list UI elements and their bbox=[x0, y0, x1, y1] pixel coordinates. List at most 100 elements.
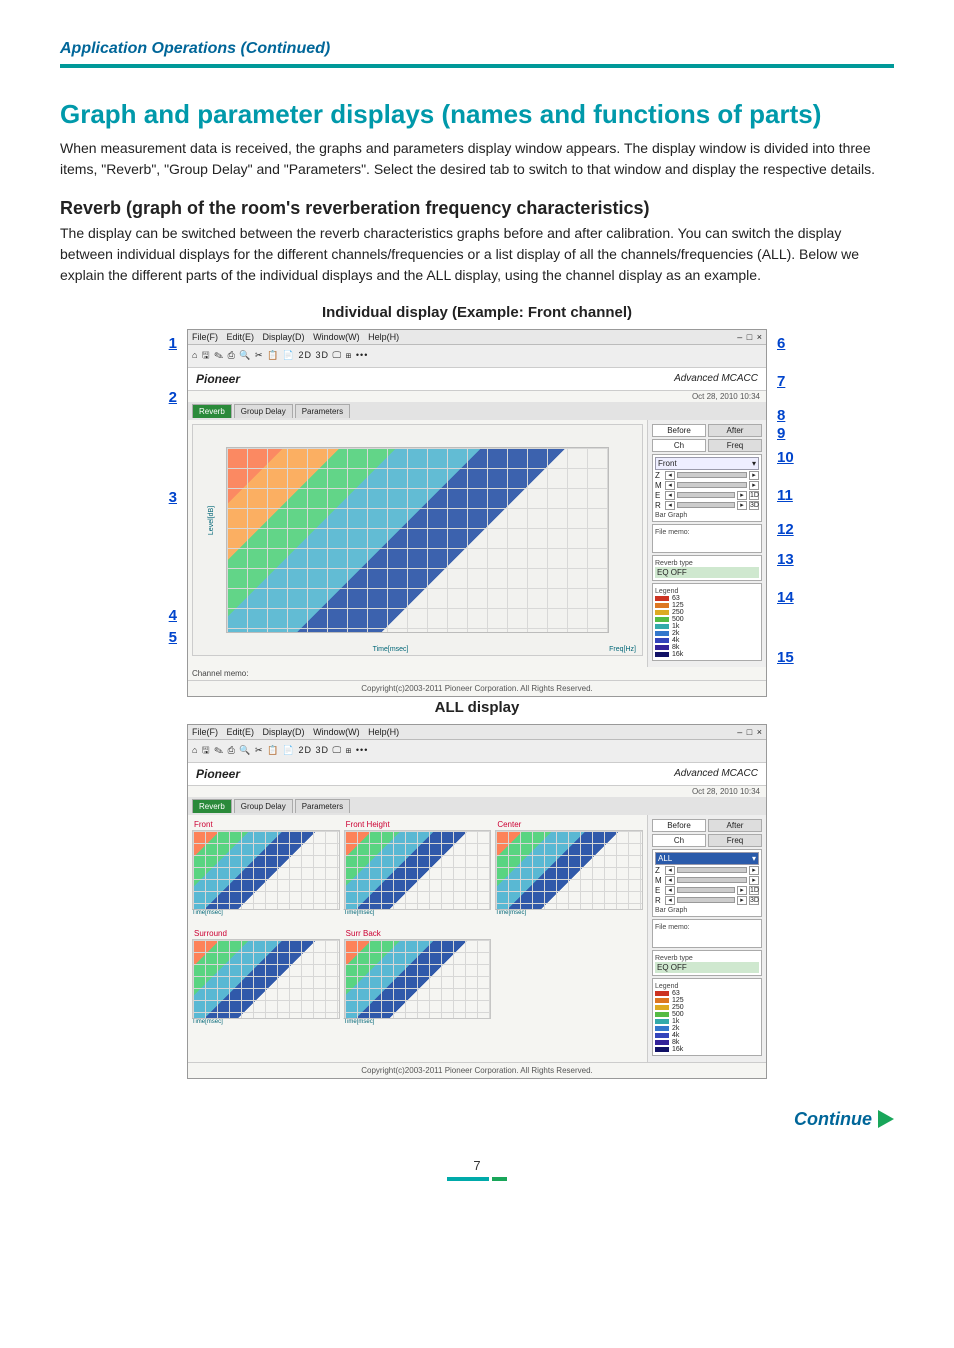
tab-group-delay[interactable]: Group Delay bbox=[234, 404, 293, 418]
slider-m-label-2: M bbox=[655, 876, 663, 885]
slider-e-1d[interactable]: 1D bbox=[749, 491, 759, 500]
slider-r-left-2[interactable]: ◂ bbox=[665, 896, 675, 905]
brand-logo-pioneer: Pioneer bbox=[196, 372, 240, 386]
menu-file[interactable]: File(F) bbox=[192, 332, 218, 342]
slider-m-right-2[interactable]: ▸ bbox=[749, 876, 759, 885]
slider-e-left-2[interactable]: ◂ bbox=[665, 886, 675, 895]
callout-1[interactable]: 1 bbox=[127, 335, 177, 352]
tab-ch[interactable]: Ch bbox=[652, 439, 706, 452]
slider-r-3d[interactable]: 3D bbox=[749, 501, 759, 510]
slider-r[interactable] bbox=[677, 502, 735, 508]
menu-help[interactable]: Help(H) bbox=[368, 332, 399, 342]
menu-edit[interactable]: Edit(E) bbox=[227, 332, 255, 342]
slider-r-2[interactable] bbox=[677, 897, 735, 903]
minimize-icon[interactable]: – bbox=[737, 332, 742, 342]
tab-reverb[interactable]: Reverb bbox=[192, 404, 232, 418]
close-icon-2[interactable]: × bbox=[757, 727, 762, 737]
channel-dropdown[interactable]: Front ▾ bbox=[655, 457, 759, 470]
reverb-type-value: EQ OFF bbox=[655, 567, 759, 578]
callout-10[interactable]: 10 bbox=[777, 449, 827, 466]
maximize-icon[interactable]: □ bbox=[747, 332, 752, 342]
minimize-icon-2[interactable]: – bbox=[737, 727, 742, 737]
slider-z-right-2[interactable]: ▸ bbox=[749, 866, 759, 875]
axis-y-label: Level[dB] bbox=[208, 506, 215, 535]
slider-m-2[interactable] bbox=[677, 877, 747, 883]
menu-bar-2[interactable]: File(F) Edit(E) Display(D) Window(W) Hel… bbox=[192, 727, 405, 737]
slider-e-right-2[interactable]: ▸ bbox=[737, 886, 747, 895]
copyright-2: Copyright(c)2003-2011 Pioneer Corporatio… bbox=[188, 1062, 766, 1078]
toolbar-2[interactable]: ⌂ 🖫 ✎ ⎙ 🔍 ✂ 📋 📄 2D 3D 🖵 ⊞ ••• bbox=[188, 740, 766, 763]
menu-edit-2[interactable]: Edit(E) bbox=[227, 727, 255, 737]
callout-2[interactable]: 2 bbox=[127, 389, 177, 406]
callout-12[interactable]: 12 bbox=[777, 521, 827, 538]
page-title: Graph and parameter displays (names and … bbox=[60, 98, 894, 132]
slider-m-left[interactable]: ◂ bbox=[665, 481, 675, 490]
slider-e-right[interactable]: ▸ bbox=[737, 491, 747, 500]
slider-r-right[interactable]: ▸ bbox=[737, 501, 747, 510]
menu-window[interactable]: Window(W) bbox=[313, 332, 360, 342]
slider-z-left[interactable]: ◂ bbox=[665, 471, 675, 480]
tab-ch-2[interactable]: Ch bbox=[652, 834, 706, 847]
tab-parameters-2[interactable]: Parameters bbox=[295, 799, 350, 813]
callout-6[interactable]: 6 bbox=[777, 335, 827, 352]
chevron-down-icon-2: ▾ bbox=[752, 854, 756, 863]
menu-display-2[interactable]: Display(D) bbox=[263, 727, 305, 737]
channel-dropdown-2[interactable]: ALL ▾ bbox=[655, 852, 759, 865]
slider-m[interactable] bbox=[677, 482, 747, 488]
continue-link[interactable]: Continue bbox=[60, 1109, 894, 1130]
close-icon[interactable]: × bbox=[757, 332, 762, 342]
menu-display[interactable]: Display(D) bbox=[263, 332, 305, 342]
slider-z[interactable] bbox=[677, 472, 747, 478]
slider-r-left[interactable]: ◂ bbox=[665, 501, 675, 510]
tab-freq-2[interactable]: Freq bbox=[708, 834, 762, 847]
timestamp: Oct 28, 2010 10:34 bbox=[188, 391, 766, 402]
window-buttons[interactable]: – □ × bbox=[735, 332, 762, 342]
callout-7[interactable]: 7 bbox=[777, 373, 827, 390]
tab-before[interactable]: Before bbox=[652, 424, 706, 437]
callout-13[interactable]: 13 bbox=[777, 551, 827, 568]
slider-z-label-2: Z bbox=[655, 866, 663, 875]
slider-e-2[interactable] bbox=[677, 887, 735, 893]
side-panel: Before After Ch Freq Front ▾ Z◂▸ M◂▸ E◂▸… bbox=[647, 420, 766, 667]
slider-m-label: M bbox=[655, 481, 663, 490]
callout-15[interactable]: 15 bbox=[777, 649, 827, 666]
toolbar[interactable]: ⌂ 🖫 ✎ ⎙ 🔍 ✂ 📋 📄 2D 3D 🖵 ⊞ ••• bbox=[188, 345, 766, 368]
app-window-individual: File(F) Edit(E) Display(D) Window(W) Hel… bbox=[187, 329, 767, 697]
tab-freq[interactable]: Freq bbox=[708, 439, 762, 452]
slider-z-label: Z bbox=[655, 471, 663, 480]
menu-help-2[interactable]: Help(H) bbox=[368, 727, 399, 737]
callout-9[interactable]: 9 bbox=[777, 425, 827, 442]
slider-e-left[interactable]: ◂ bbox=[665, 491, 675, 500]
tab-group-delay-2[interactable]: Group Delay bbox=[234, 799, 293, 813]
slider-e-1d-2[interactable]: 1D bbox=[749, 886, 759, 895]
slider-m-left-2[interactable]: ◂ bbox=[665, 876, 675, 885]
tab-after[interactable]: After bbox=[708, 424, 762, 437]
app-window-all: File(F) Edit(E) Display(D) Window(W) Hel… bbox=[187, 724, 767, 1079]
callout-5[interactable]: 5 bbox=[127, 629, 177, 646]
tab-reverb-2[interactable]: Reverb bbox=[192, 799, 232, 813]
callout-11[interactable]: 11 bbox=[777, 487, 827, 504]
menu-file-2[interactable]: File(F) bbox=[192, 727, 218, 737]
slider-r-3d-2[interactable]: 3D bbox=[749, 896, 759, 905]
slider-m-right[interactable]: ▸ bbox=[749, 481, 759, 490]
brand-mcacc-2: Advanced MCACC bbox=[674, 768, 758, 779]
maximize-icon-2[interactable]: □ bbox=[747, 727, 752, 737]
tab-parameters[interactable]: Parameters bbox=[295, 404, 350, 418]
slider-e[interactable] bbox=[677, 492, 735, 498]
menu-window-2[interactable]: Window(W) bbox=[313, 727, 360, 737]
slider-z-left-2[interactable]: ◂ bbox=[665, 866, 675, 875]
file-memo-label: File memo: bbox=[655, 529, 759, 536]
callout-3[interactable]: 3 bbox=[127, 489, 177, 506]
menu-bar[interactable]: File(F) Edit(E) Display(D) Window(W) Hel… bbox=[192, 332, 405, 342]
callout-8[interactable]: 8 bbox=[777, 407, 827, 424]
reverb-type-label: Reverb type bbox=[655, 560, 759, 567]
callout-14[interactable]: 14 bbox=[777, 589, 827, 606]
slider-z-2[interactable] bbox=[677, 867, 747, 873]
intro-paragraph: When measurement data is received, the g… bbox=[60, 138, 894, 180]
slider-z-right[interactable]: ▸ bbox=[749, 471, 759, 480]
slider-r-right-2[interactable]: ▸ bbox=[737, 896, 747, 905]
tab-after-2[interactable]: After bbox=[708, 819, 762, 832]
tab-before-2[interactable]: Before bbox=[652, 819, 706, 832]
file-memo-box: File memo: bbox=[652, 524, 762, 553]
callout-4[interactable]: 4 bbox=[127, 607, 177, 624]
